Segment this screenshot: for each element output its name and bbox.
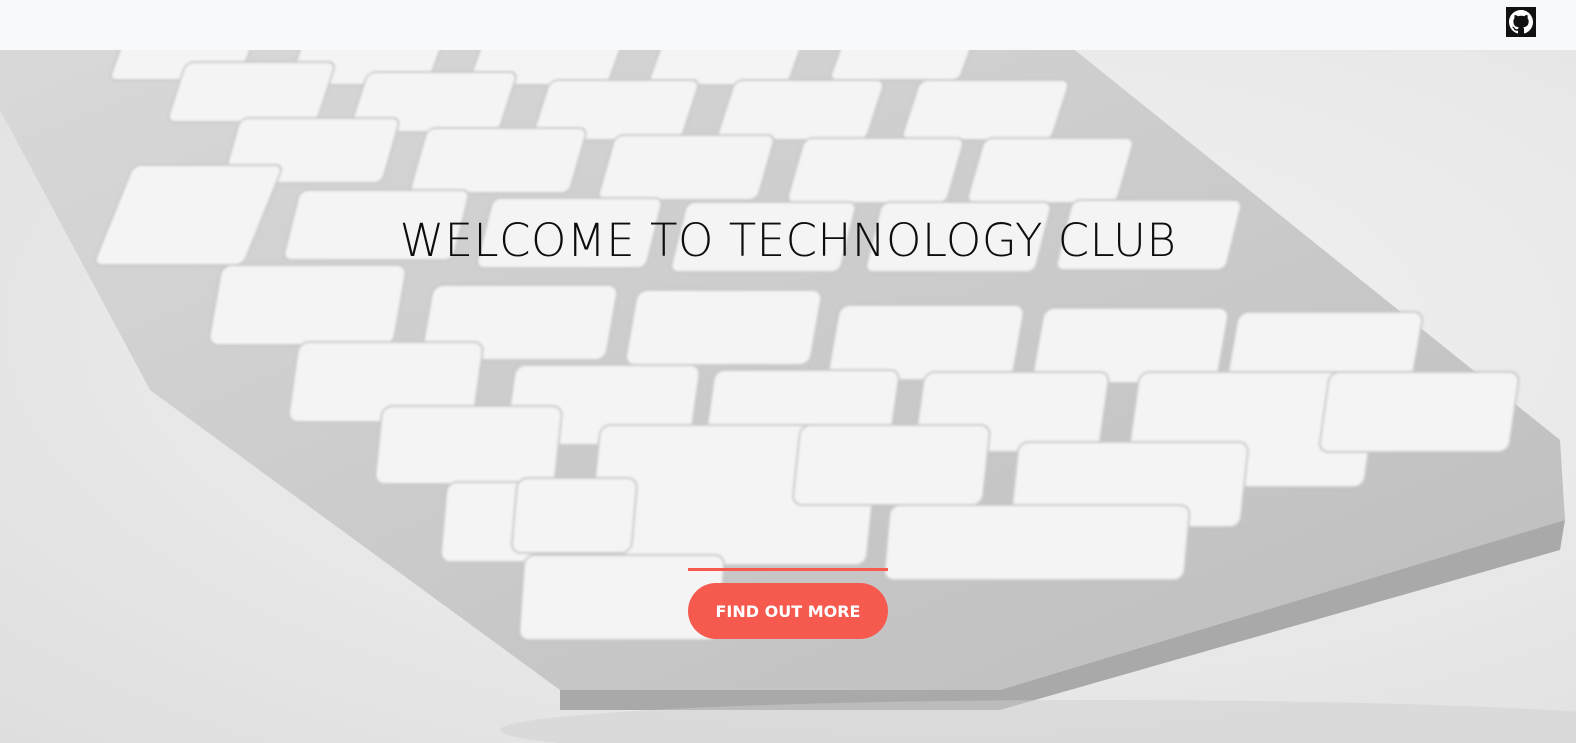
find-out-more-button[interactable]: FIND OUT MORE [688, 583, 888, 639]
title-divider [688, 568, 888, 571]
page-title: WELCOME TO TECHNOLOGY CLUB [399, 214, 1177, 267]
github-link[interactable] [1506, 7, 1536, 37]
hero-section: WELCOME TO TECHNOLOGY CLUB FIND OUT MORE [0, 50, 1576, 743]
top-navbar [0, 0, 1576, 50]
github-icon [1509, 10, 1533, 34]
keyboard-photo [0, 50, 1576, 743]
